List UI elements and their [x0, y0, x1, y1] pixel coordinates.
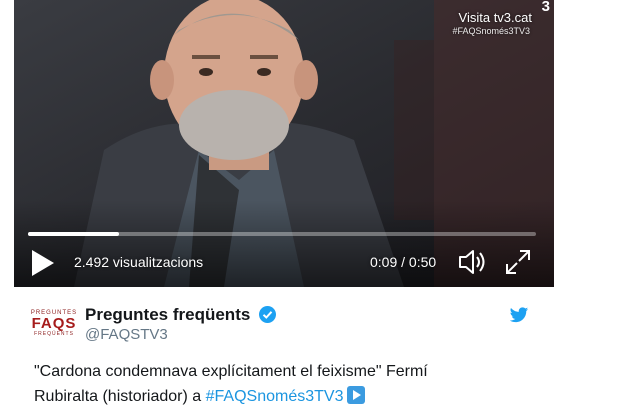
display-name[interactable]: Preguntes freqüents: [85, 305, 250, 325]
avatar-text-main: FAQS: [31, 315, 77, 332]
tv3-logo: 3: [541, 0, 550, 15]
brand-hashtag: #FAQSnomés3TV3: [452, 26, 530, 36]
video-progress-bar[interactable]: [28, 232, 536, 236]
video-player[interactable]: 3 Visita tv3.cat #FAQSnomés3TV3 2.492 vi…: [14, 0, 554, 287]
username[interactable]: @FAQSTV3: [85, 326, 168, 343]
play-icon: [32, 250, 54, 276]
view-count: 2.492 visualitzacions: [74, 254, 204, 270]
avatar[interactable]: PREGUNTES FAQS FREQÜENTS: [31, 310, 77, 338]
brand-link[interactable]: Visita tv3.cat: [459, 10, 532, 25]
speaker-icon: [459, 250, 485, 274]
play-emoji-icon: [347, 386, 366, 404]
tweet-hashtag-link[interactable]: #FAQSnomés3TV3: [206, 388, 344, 405]
twitter-bird-icon[interactable]: [509, 307, 529, 324]
play-button[interactable]: [28, 248, 56, 278]
video-frame: [14, 0, 554, 287]
video-progress-fill: [28, 232, 120, 236]
expand-icon: [506, 250, 530, 274]
verified-badge-icon: [259, 306, 276, 323]
fullscreen-button[interactable]: [504, 248, 532, 276]
avatar-text-bottom: FREQÜENTS: [34, 331, 74, 337]
tweet-text: "Cardona condemnava explícitament el fei…: [34, 359, 464, 409]
volume-button[interactable]: [458, 248, 490, 276]
time-display: 0:09 / 0:50: [370, 254, 437, 270]
